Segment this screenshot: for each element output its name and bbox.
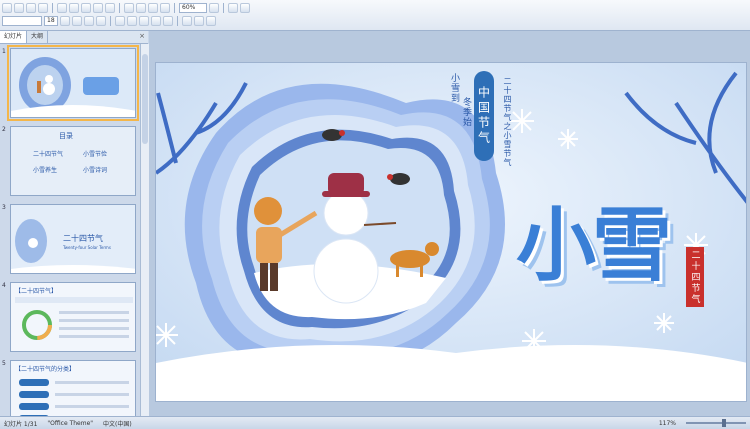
- font-size-select[interactable]: 18: [44, 16, 58, 26]
- design-icon[interactable]: [228, 3, 238, 13]
- close-icon[interactable]: ×: [139, 31, 148, 43]
- thumbnail-subtitle: Twenty-four Solar Terms: [63, 245, 111, 250]
- thumbnail-item: 小雪诗词: [83, 167, 108, 174]
- thumbnail-item: 二十四节气: [33, 151, 64, 158]
- font-name-select[interactable]: [2, 16, 42, 26]
- toolbar-separator: [110, 16, 111, 26]
- toolbar-separator: [119, 3, 120, 13]
- slide-poem-line-2: 冬季始: [461, 97, 471, 127]
- slide-position: 幻灯片 1/31: [4, 420, 38, 428]
- underline-icon[interactable]: [84, 16, 94, 26]
- toolbar-row-standard: 60%: [2, 2, 250, 14]
- thumbnail-number: 2: [2, 126, 6, 133]
- tab-slides[interactable]: 幻灯片: [0, 31, 28, 43]
- new-slide-icon[interactable]: [240, 3, 250, 13]
- zoom-slider-handle[interactable]: [722, 419, 726, 427]
- paste-icon[interactable]: [81, 3, 91, 13]
- thumbnail-slide-4[interactable]: 【二十四节气】: [10, 282, 136, 352]
- help-icon[interactable]: [209, 3, 219, 13]
- align-right-icon[interactable]: [139, 16, 149, 26]
- zoom-level[interactable]: 117%: [659, 420, 676, 427]
- align-center-icon[interactable]: [127, 16, 137, 26]
- ribbon-toolbar: 60% 18: [0, 0, 750, 31]
- thumbnail-preview: [11, 49, 135, 117]
- zoom-slider[interactable]: [686, 419, 746, 427]
- print-icon[interactable]: [38, 3, 48, 13]
- thumbnail-slide-2[interactable]: 目录 二十四节气 小雪节俭 小雪养生 小雪诗词: [10, 126, 136, 196]
- thumbnail-item: 小雪节俭: [83, 151, 108, 158]
- current-slide[interactable]: 中国节气 二十四节气之小雪节气 小雪到 冬季始 小雪 二十四节气: [155, 62, 747, 402]
- shadow-icon[interactable]: [96, 16, 106, 26]
- thumbnail-number: 3: [2, 204, 6, 211]
- italic-icon[interactable]: [72, 16, 82, 26]
- thumbnail-title: 目录: [59, 132, 73, 140]
- copy-icon[interactable]: [69, 3, 79, 13]
- thumbnail-title: 二十四节气: [63, 234, 103, 243]
- thumbnail-preview: [11, 127, 135, 195]
- zoom-select[interactable]: 60%: [179, 3, 207, 13]
- new-icon[interactable]: [2, 3, 12, 13]
- bold-icon[interactable]: [60, 16, 70, 26]
- tab-outline[interactable]: 大纲: [27, 31, 49, 43]
- font-color-icon[interactable]: [206, 16, 216, 26]
- thumbnail-slide-3[interactable]: 二十四节气 Twenty-four Solar Terms: [10, 204, 136, 274]
- china-solar-term-seal: 中国节气: [474, 71, 494, 161]
- theme-name: "Office Theme": [47, 419, 94, 427]
- align-left-icon[interactable]: [115, 16, 125, 26]
- increase-font-icon[interactable]: [182, 16, 192, 26]
- undo-icon[interactable]: [93, 3, 103, 13]
- chart-icon[interactable]: [136, 3, 146, 13]
- save-icon[interactable]: [26, 3, 36, 13]
- slides-panel-tabs: 幻灯片 大纲 ×: [0, 31, 148, 44]
- slide-main-title: 小雪: [516, 199, 672, 292]
- thumbnail-number: 4: [2, 282, 6, 289]
- red-seal-label: 二十四节气: [686, 247, 704, 307]
- thumbnail-number: 5: [2, 360, 6, 367]
- slide-thumbnails-pane: 1 2 目录 二十四节气 小雪节俭 小雪养生 小雪诗词 3 二十四节气 Twen…: [0, 44, 148, 416]
- thumbnail-item: 小雪养生: [33, 167, 58, 174]
- numbering-icon[interactable]: [151, 16, 161, 26]
- toolbar-separator: [223, 3, 224, 13]
- scrollbar-thumb[interactable]: [142, 54, 148, 144]
- thumbnail-slide-5[interactable]: 【二十四节气的分类】: [10, 360, 136, 416]
- thumbnail-slide-1[interactable]: [7, 45, 139, 121]
- slide-vertical-caption: 二十四节气之小雪节气: [503, 77, 512, 167]
- thumbnail-preview: [19, 379, 129, 416]
- toolbar-separator: [52, 3, 53, 13]
- language-indicator[interactable]: 中文(中国): [103, 419, 132, 428]
- thumbnail-number: 1: [2, 48, 6, 55]
- toolbar-separator: [177, 16, 178, 26]
- thumbnails-scrollbar[interactable]: [140, 44, 149, 416]
- table-icon[interactable]: [124, 3, 134, 13]
- picture-icon[interactable]: [148, 3, 158, 13]
- toolbar-separator: [174, 3, 175, 13]
- status-bar: 幻灯片 1/31 "Office Theme" 中文(中国) 117%: [0, 416, 750, 429]
- thumbnail-preview: [15, 297, 133, 340]
- redo-icon[interactable]: [105, 3, 115, 13]
- cut-icon[interactable]: [57, 3, 67, 13]
- decrease-font-icon[interactable]: [194, 16, 204, 26]
- toolbar-row-formatting: 18: [2, 15, 216, 27]
- bullets-icon[interactable]: [163, 16, 173, 26]
- open-icon[interactable]: [14, 3, 24, 13]
- shape-icon[interactable]: [160, 3, 170, 13]
